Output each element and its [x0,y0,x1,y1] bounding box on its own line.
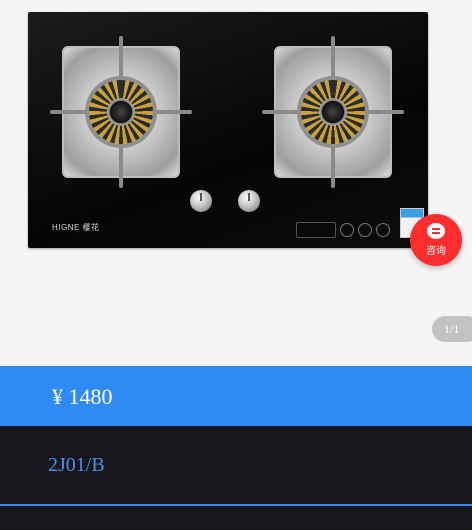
consult-button[interactable]: 咨询 [410,214,462,266]
left-burner [50,36,192,188]
control-button-icon [340,223,354,237]
right-burner-core [319,98,347,126]
stove-brand-logo: HIGNE 樱花 [52,223,100,232]
product-image-gas-stove: HIGNE 樱花 [28,12,428,248]
product-image-area: HIGNE 樱花 咨询 1/1 [0,0,472,366]
price-bar: ¥ 1480 [0,366,472,426]
control-button-icon [376,223,390,237]
chat-bubble-icon [427,223,445,239]
consult-label: 咨询 [426,246,446,257]
stove-control-panel [296,222,390,238]
divider [0,504,472,506]
left-knob [190,190,212,212]
price-value: ¥ 1480 [52,384,113,409]
left-burner-core [107,98,135,126]
model-number: 2J01/B [48,454,105,476]
gallery-page-indicator: 1/1 [432,316,472,342]
control-button-icon [358,223,372,237]
right-burner [262,36,404,188]
right-knob [238,190,260,212]
control-display [296,222,336,238]
model-bar: 2J01/B [0,426,472,530]
